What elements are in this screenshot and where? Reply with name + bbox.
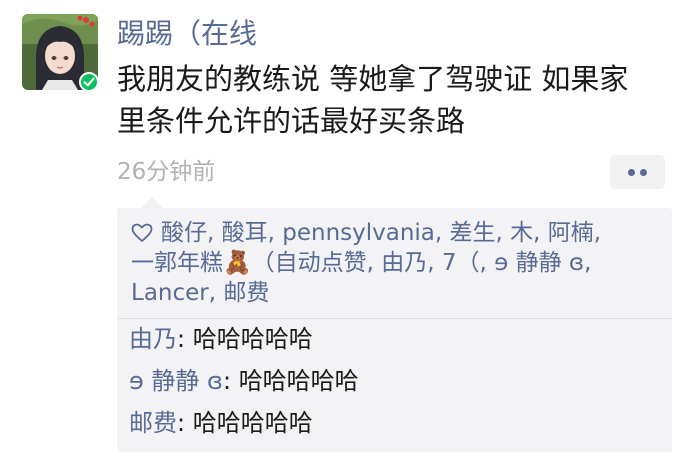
- post-author-name[interactable]: 踢踢（在线: [117, 14, 257, 54]
- comment-text: 哈哈哈哈哈: [192, 325, 313, 353]
- comment-text: 哈哈哈哈哈: [238, 367, 359, 395]
- likes-list: 酸仔, 酸耳, pennsylvania, 差生, 木, 阿楠, 一郭年糕🧸（自…: [131, 218, 661, 308]
- comment-separator: :: [177, 409, 193, 437]
- post-content: 我朋友的教练说 等她拿了驾驶证 如果家 里条件允许的话最好买条路: [117, 58, 662, 142]
- comment-section: 酸仔, 酸耳, pennsylvania, 差生, 木, 阿楠, 一郭年糕🧸（自…: [117, 197, 672, 452]
- more-dots-icon: [640, 169, 647, 176]
- comment-item[interactable]: ɘ 静静 ɞ: 哈哈哈哈哈: [129, 364, 359, 398]
- post-content-line: 我朋友的教练说 等她拿了驾驶证 如果家: [117, 62, 629, 96]
- comment-author[interactable]: 由乃: [129, 325, 177, 353]
- likes-names[interactable]: Lancer, 邮费: [131, 278, 661, 308]
- comment-item[interactable]: 由乃: 哈哈哈哈哈: [129, 322, 313, 356]
- more-actions-button[interactable]: [610, 155, 665, 189]
- likes-names[interactable]: 酸仔, 酸耳, pennsylvania, 差生, 木, 阿楠,: [161, 220, 601, 246]
- post-content-line: 里条件允许的话最好买条路: [117, 104, 466, 138]
- online-check-icon: [79, 72, 99, 92]
- divider: [117, 318, 672, 319]
- heart-outline-icon: [131, 218, 153, 248]
- comment-separator: :: [177, 325, 193, 353]
- more-dots-icon: [628, 169, 635, 176]
- comment-author[interactable]: 邮费: [129, 409, 177, 437]
- moments-post: 踢踢（在线 我朋友的教练说 等她拿了驾驶证 如果家 里条件允许的话最好买条路 2…: [0, 0, 690, 467]
- likes-line: 酸仔, 酸耳, pennsylvania, 差生, 木, 阿楠,: [131, 218, 661, 248]
- comment-text: 哈哈哈哈哈: [192, 409, 313, 437]
- post-timestamp: 26分钟前: [117, 159, 216, 185]
- likes-names[interactable]: 一郭年糕🧸（自动点赞, 由乃, 7（, ɘ 静静 ɞ,: [131, 248, 661, 278]
- comment-item[interactable]: 邮费: 哈哈哈哈哈: [129, 406, 313, 440]
- comment-author[interactable]: ɘ 静静 ɞ: [129, 367, 223, 395]
- comment-separator: :: [222, 367, 239, 395]
